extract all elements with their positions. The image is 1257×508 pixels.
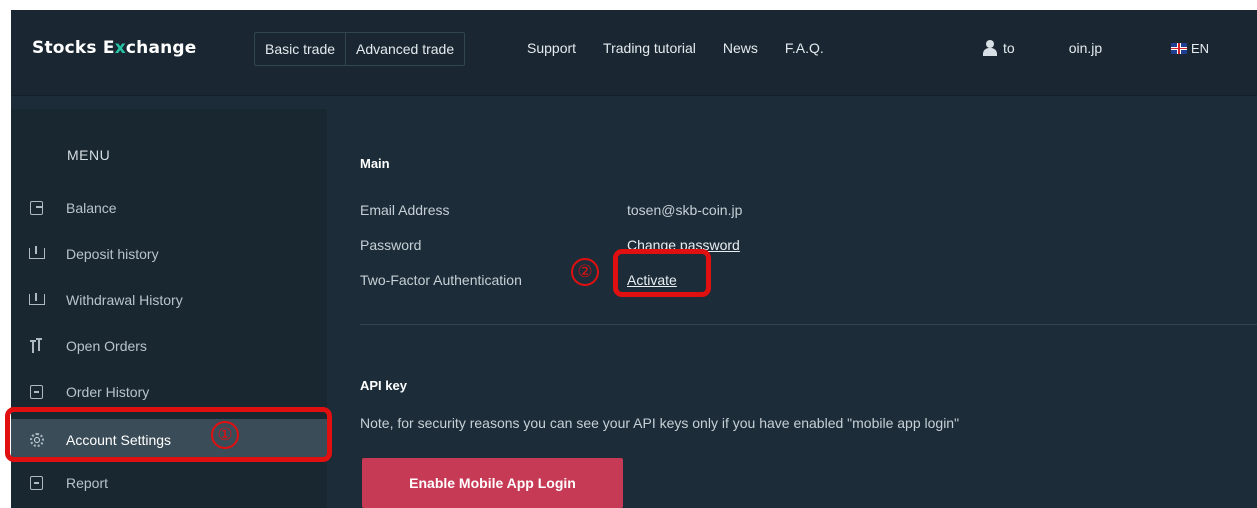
main-nav: Support Trading tutorial News F.A.Q. — [527, 32, 851, 64]
account-settings-panel: Main Email Address tosen@skb-coin.jp Pas… — [336, 109, 1257, 508]
report-icon — [28, 474, 46, 492]
advanced-trade-button[interactable]: Advanced trade — [345, 33, 464, 65]
nav-support[interactable]: Support — [527, 32, 576, 64]
order-history-icon — [28, 383, 46, 401]
logo-text-prefix: Stocks E — [32, 38, 115, 58]
language-label: EN — [1191, 40, 1210, 56]
nav-news[interactable]: News — [723, 32, 758, 64]
user-email-suffix: oin.jp — [1068, 40, 1103, 56]
sidebar-item-report[interactable]: Report — [11, 462, 327, 504]
main-section-title: Main — [360, 156, 390, 171]
section-divider — [360, 324, 1257, 325]
email-value: tosen@skb-coin.jp — [627, 202, 743, 218]
api-key-title: API key — [360, 378, 407, 393]
top-navbar: Stocks Exchange Basic trade Advanced tra… — [11, 10, 1257, 96]
uk-flag-icon — [1171, 42, 1187, 54]
basic-trade-button[interactable]: Basic trade — [255, 33, 345, 65]
withdrawal-tray-icon — [28, 291, 46, 309]
sidebar-item-label: Report — [66, 475, 109, 491]
wallet-icon — [28, 199, 46, 217]
menu-title: MENU — [67, 147, 111, 163]
logo-text-suffix: change — [125, 38, 197, 58]
sidebar-item-label: Order History — [66, 384, 150, 400]
highlight-account-settings — [5, 407, 332, 462]
email-label: Email Address — [360, 202, 450, 218]
nav-faq[interactable]: F.A.Q. — [785, 32, 824, 64]
masked-email-region — [1014, 41, 1069, 55]
sidebar-item-label: Open Orders — [66, 338, 147, 354]
user-account-menu[interactable]: to oin.jp — [983, 32, 1102, 64]
sidebar-item-open-orders[interactable]: Open Orders — [11, 325, 327, 367]
user-icon — [983, 40, 997, 56]
sidebar-item-balance[interactable]: Balance — [11, 187, 327, 229]
sidebar-item-deposit-history[interactable]: Deposit history — [11, 233, 327, 275]
two-factor-label: Two-Factor Authentication — [360, 272, 522, 288]
step-marker-1: ① — [211, 421, 239, 449]
deposit-tray-icon — [28, 245, 46, 263]
language-selector[interactable]: EN — [1171, 32, 1209, 64]
sidebar-item-label: Deposit history — [66, 246, 159, 262]
orders-arrows-icon — [28, 337, 46, 355]
sidebar-item-label: Balance — [66, 200, 117, 216]
logo[interactable]: Stocks Exchange — [32, 38, 197, 58]
nav-trading-tutorial[interactable]: Trading tutorial — [603, 32, 696, 64]
enable-mobile-app-login-button[interactable]: Enable Mobile App Login — [362, 458, 623, 508]
sidebar-item-withdrawal-history[interactable]: Withdrawal History — [11, 279, 327, 321]
logo-text-x: x — [114, 38, 126, 58]
user-email-prefix: to — [1003, 40, 1015, 56]
step-marker-2: ② — [571, 258, 599, 286]
trade-mode-group: Basic trade Advanced trade — [254, 32, 466, 66]
password-label: Password — [360, 237, 422, 253]
sidebar-item-label: Withdrawal History — [66, 292, 183, 308]
highlight-activate — [613, 249, 711, 297]
api-key-note: Note, for security reasons you can see y… — [360, 415, 960, 431]
